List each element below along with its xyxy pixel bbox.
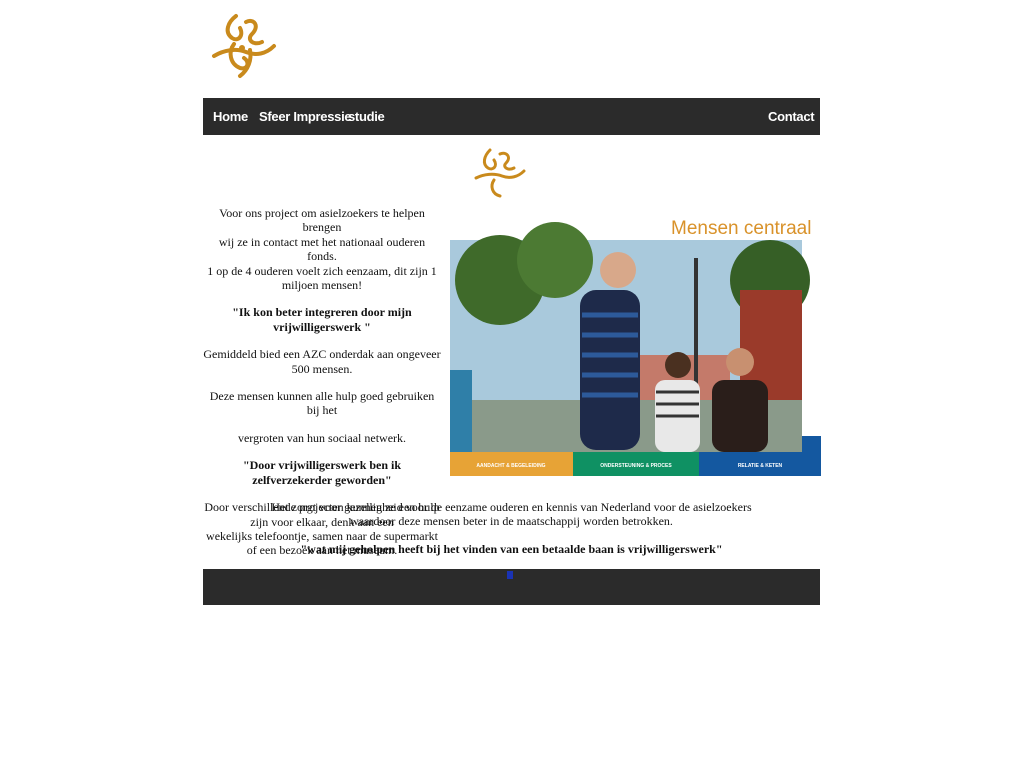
nav-studie[interactable]: studie: [348, 98, 385, 135]
footer-bar: [203, 569, 820, 605]
hero-band-aandacht-label: AANDACHT & BEGELEIDING: [476, 463, 545, 469]
nav-sfeer-impressie[interactable]: Sfeer Impressie: [259, 98, 352, 135]
hero-illustration: Mensen centraal AANDACHT & BEGELEIDING O…: [450, 140, 821, 476]
hulp-paragraph: Deze mensen kunnen alle hulp goed gebrui…: [209, 389, 435, 418]
netwerk-paragraph: vergroten van hun sociaal netwerk.: [237, 430, 407, 445]
hero-image: Mensen centraal AANDACHT & BEGELEIDING O…: [450, 140, 821, 476]
intro-line-1: Voor ons project om asielzoekers te help…: [219, 206, 425, 235]
gezelligheid-line-1: Het zorgt voor gezelligheid voor de eenz…: [271, 500, 752, 514]
intro-line-3: 1 op de 4 ouderen voelt zich eenzaam, di…: [207, 263, 437, 293]
intro-paragraph: Voor ons project om asielzoekers te help…: [203, 206, 441, 292]
photo-man-head: [600, 252, 636, 288]
photo-boy2-jacket: [712, 380, 768, 452]
nav-home[interactable]: Home: [213, 98, 248, 135]
nav-contact-dropdown[interactable]: Contact: [768, 98, 820, 157]
hero-band-ondersteuning-label: ONDERSTEUNING & PROCES: [600, 463, 672, 469]
gezelligheid-line-2: waardoor deze mensen beter in de maatsch…: [350, 514, 673, 529]
quote-zelfverzekerder: "Door vrijwilligerswerk ben ik zelfverze…: [242, 458, 402, 487]
site-logo[interactable]: [206, 8, 278, 80]
photo-boy2-head: [726, 348, 754, 376]
footer-link[interactable]: [507, 571, 513, 579]
hero-band-relatie-label: RELATIE & KETEN: [738, 463, 783, 469]
intro-line-2: wij ze in contact met het nationaal oude…: [218, 234, 426, 264]
quote-betaalde-baan: "wat mij geholpen heeft bij het vinden v…: [300, 541, 723, 556]
top-navbar: Home Sfeer Impressie studie Contact: [203, 98, 820, 157]
azc-paragraph: Gemiddeld bied een AZC onderdak aan onge…: [203, 347, 441, 376]
photo-boy1-head: [665, 352, 691, 378]
hero-heading: Mensen centraal: [671, 218, 811, 239]
closing-text: Het zorgt voor gezelligheid voor de eenz…: [203, 500, 820, 556]
photo-tree-mid: [517, 222, 593, 298]
quote-integreren: "Ik kon beter integreren door mijn vrijw…: [232, 305, 412, 334]
photo-cyclist: [450, 370, 472, 452]
nav-contact-label: Contact: [768, 109, 815, 124]
